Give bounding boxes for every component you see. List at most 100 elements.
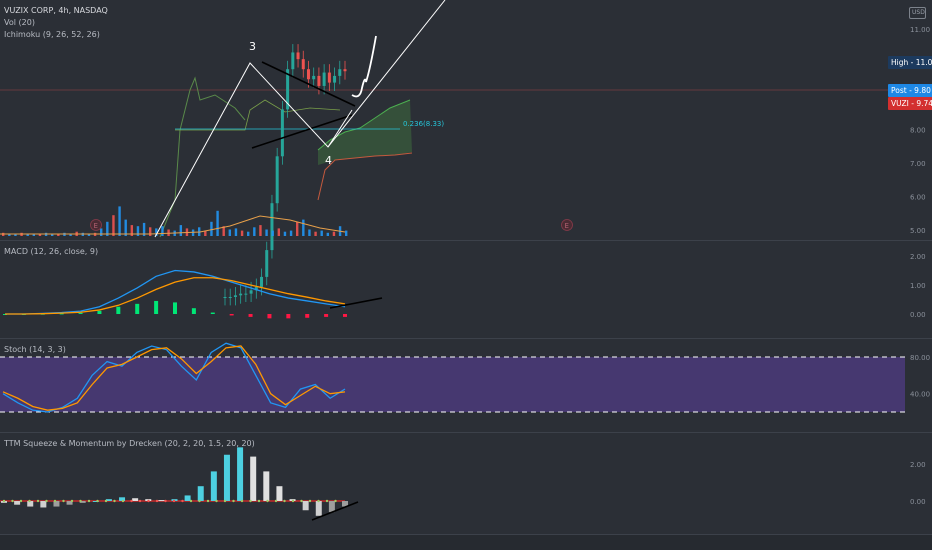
candle-body — [322, 72, 326, 86]
squeeze-dot — [2, 499, 6, 503]
macd-label: MACD (12, 26, close, 9) — [4, 247, 99, 256]
squeeze-dot — [232, 499, 235, 503]
macd-hist-bar — [135, 303, 140, 314]
post-price-tag: Post - 9.80 — [888, 84, 932, 97]
y-tick: 6.00 — [910, 194, 926, 202]
ttm-hist-bar — [263, 471, 270, 501]
volume-bar — [259, 225, 262, 236]
candle-body — [260, 276, 264, 287]
squeeze-dot — [189, 499, 193, 503]
ttm-hist-bar — [158, 500, 165, 502]
macd-hist-bar — [248, 314, 253, 317]
ttm-label: TTM Squeeze & Momentum by Drecken (20, 2… — [4, 439, 255, 448]
candle-body — [291, 52, 295, 70]
volume-bar — [332, 231, 336, 236]
macd-hist-bar — [173, 302, 177, 314]
squeeze-dot — [11, 499, 14, 503]
candle-body — [270, 203, 274, 251]
squeeze-dot — [308, 499, 312, 503]
squeeze-dot — [274, 499, 278, 503]
y-tick: 0.00 — [910, 311, 926, 319]
squeeze-dot — [121, 499, 125, 503]
y-tick: 5.00 — [910, 227, 926, 235]
squeeze-dot — [113, 499, 116, 503]
squeeze-dot — [53, 499, 57, 503]
candle-body — [327, 72, 331, 83]
squeeze-dot — [300, 499, 303, 503]
volume-bar — [296, 221, 299, 236]
volume-bar — [314, 231, 317, 236]
y-tick: 2.00 — [910, 461, 926, 469]
y-tick: 40.00 — [910, 391, 930, 399]
squeeze-dot — [36, 499, 40, 503]
squeeze-dot — [147, 499, 150, 503]
volume-bar — [320, 230, 323, 236]
macd-hist-bar — [267, 314, 272, 319]
ttm-hist-bar — [132, 498, 139, 501]
time-axis — [0, 535, 932, 550]
fib-label: 0.236(8.33) — [403, 120, 444, 128]
macd-hist-bar — [154, 300, 159, 314]
ttm-hist-bar — [197, 486, 204, 501]
candle-body — [280, 109, 284, 157]
y-tick: 2.00 — [910, 253, 926, 261]
candle-body — [228, 297, 232, 298]
volume-bar — [302, 219, 305, 236]
wave-4-label: 4 — [325, 154, 332, 167]
volume-bar — [289, 230, 293, 236]
ttm-hist-bar — [40, 501, 47, 508]
volume-bar — [345, 230, 348, 236]
candle-body — [244, 293, 248, 295]
macd-hist-bar — [191, 308, 196, 314]
y-tick: 11.00 — [910, 26, 930, 34]
ttm-hist-bar — [328, 501, 335, 513]
volume-bar — [112, 215, 115, 236]
macd-hist-bar — [324, 314, 329, 317]
squeeze-dot — [257, 499, 261, 503]
price-pane — [0, 0, 932, 240]
currency-label: USD — [912, 9, 925, 16]
candle-body — [223, 297, 227, 298]
ttm-hist-bar — [14, 501, 21, 505]
macd-pane — [0, 241, 932, 338]
volume-bar — [265, 229, 268, 236]
squeeze-dot — [62, 499, 65, 503]
volume-bar — [228, 229, 232, 236]
candle-body — [306, 69, 310, 80]
ttm-hist-bar — [210, 471, 217, 501]
high-price-tag: High - 11.00 — [888, 56, 932, 69]
macd-hist-bar — [97, 310, 102, 314]
squeeze-dot — [334, 499, 337, 503]
squeeze-dot — [317, 499, 320, 503]
squeeze-dot — [96, 499, 99, 503]
macd-hist-bar — [229, 314, 234, 316]
candle-body — [296, 52, 300, 60]
squeeze-dot — [155, 499, 159, 503]
squeeze-dot — [240, 499, 244, 503]
volume-bar — [240, 230, 244, 236]
candle-body — [239, 293, 243, 296]
macd-hist-bar — [116, 306, 121, 314]
ttm-hist-bar — [237, 447, 244, 501]
candle-body — [301, 59, 305, 70]
volume-bar — [118, 206, 121, 236]
squeeze-dot — [138, 499, 142, 503]
ttm-hist-bar — [315, 501, 322, 516]
squeeze-dot — [223, 499, 227, 503]
volume-bar — [308, 229, 311, 236]
ttm-hist-bar — [250, 456, 257, 501]
y-tick: 0.00 — [910, 498, 926, 506]
volume-bar — [247, 231, 250, 236]
stoch-label: Stoch (14, 3, 3) — [4, 345, 66, 354]
squeeze-dot — [215, 499, 218, 503]
macd-hist-bar — [305, 314, 310, 318]
squeeze-dot — [325, 499, 329, 503]
squeeze-dot — [249, 499, 252, 503]
candle-body — [233, 295, 237, 297]
vol-label: Vol (20) — [4, 18, 35, 27]
stoch-band — [0, 357, 905, 412]
ttm-hist-bar — [184, 495, 191, 501]
volume-bar — [234, 228, 238, 236]
y-tick: 80.00 — [910, 354, 930, 362]
squeeze-dot — [28, 499, 31, 503]
